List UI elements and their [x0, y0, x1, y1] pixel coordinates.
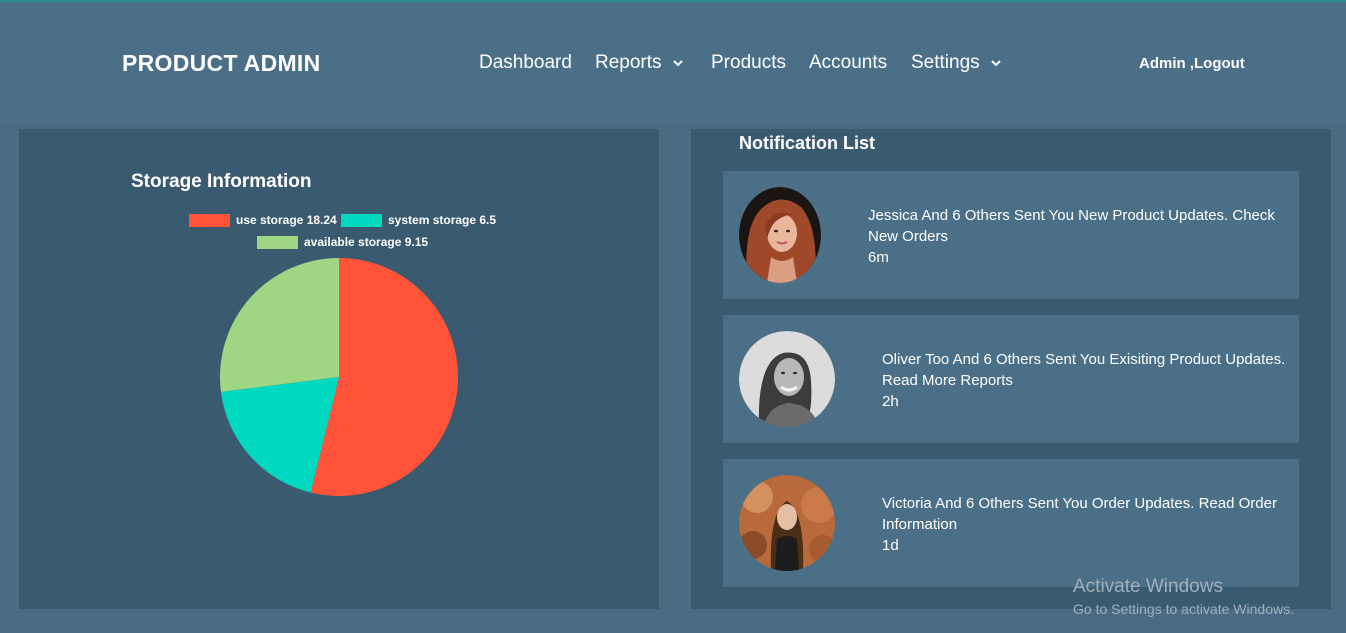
navbar: PRODUCT ADMIN Dashboard Reports Products… — [0, 2, 1346, 122]
nav-products[interactable]: Products — [711, 52, 786, 74]
nav-products-label: Products — [711, 52, 786, 73]
legend-label-use: use storage 18.24 — [236, 213, 337, 227]
nav-reports[interactable]: Reports — [595, 52, 684, 74]
activate-windows-watermark: Activate Windows — [1073, 576, 1223, 597]
notification-panel: Notification List Jessica And 6 Others S… — [691, 129, 1331, 609]
woman-autumn-avatar — [739, 475, 835, 571]
notification-message: Oliver Too And 6 Others Sent You Exisiti… — [882, 351, 1286, 389]
nav-settings[interactable]: Settings — [911, 52, 1002, 74]
legend-swatch-available — [257, 235, 298, 249]
nav-settings-label: Settings — [911, 52, 980, 73]
notification-card[interactable]: Jessica And 6 Others Sent You New Produc… — [723, 171, 1299, 299]
notification-text: Victoria And 6 Others Sent You Order Upd… — [882, 493, 1297, 556]
nav-accounts[interactable]: Accounts — [809, 52, 887, 74]
woman-red-hair-avatar — [739, 187, 821, 283]
woman-grayscale-avatar — [739, 331, 835, 427]
activate-windows-subtext: Go to Settings to activate Windows. — [1073, 601, 1294, 617]
admin-logout-link[interactable]: Admin ,Logout — [1139, 55, 1245, 72]
notification-time: 6m — [868, 249, 889, 266]
notification-list-title: Notification List — [739, 133, 875, 153]
legend-swatch-use — [189, 213, 230, 227]
storage-panel: Storage Information use storage 18.24 sy… — [19, 129, 659, 609]
nav-reports-label: Reports — [595, 52, 662, 73]
legend-use-storage[interactable]: use storage 18.24 — [189, 213, 337, 227]
legend-label-available: available storage 9.15 — [304, 235, 429, 249]
legend-system-storage[interactable]: system storage 6.5 — [341, 213, 496, 227]
chart-title: Storage Information — [131, 171, 312, 192]
notification-time: 2h — [882, 393, 899, 410]
notification-text: Oliver Too And 6 Others Sent You Exisiti… — [882, 349, 1292, 412]
legend-label-system: system storage 6.5 — [388, 213, 497, 227]
legend-available-storage[interactable]: available storage 9.15 — [257, 235, 428, 249]
notification-card[interactable]: Oliver Too And 6 Others Sent You Exisiti… — [723, 315, 1299, 443]
notification-message: Victoria And 6 Others Sent You Order Upd… — [882, 495, 1277, 533]
notification-card[interactable]: Victoria And 6 Others Sent You Order Upd… — [723, 459, 1299, 587]
storage-pie-chart[interactable] — [215, 253, 463, 501]
nav-dashboard[interactable]: Dashboard — [479, 52, 572, 74]
pie-slice-available-storage[interactable] — [220, 258, 339, 392]
nav-accounts-label: Accounts — [809, 52, 888, 73]
chevron-down-icon — [990, 60, 1001, 67]
notification-time: 1d — [882, 537, 899, 554]
chevron-down-icon — [672, 60, 683, 67]
notification-text: Jessica And 6 Others Sent You New Produc… — [868, 205, 1293, 268]
brand-logo[interactable]: PRODUCT ADMIN — [122, 50, 321, 77]
legend-swatch-system — [341, 213, 382, 227]
nav-dashboard-label: Dashboard — [479, 52, 572, 73]
notification-message: Jessica And 6 Others Sent You New Produc… — [868, 207, 1275, 245]
